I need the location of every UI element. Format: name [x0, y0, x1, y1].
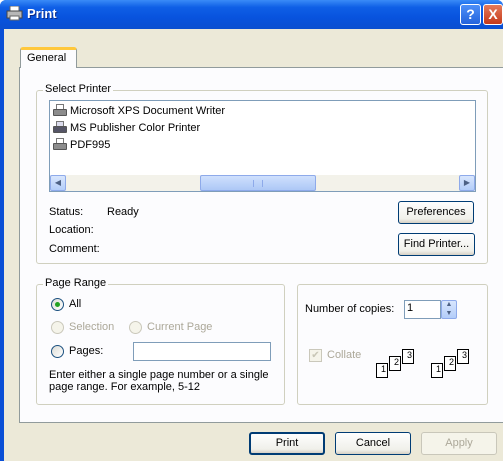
comment-label: Comment:: [49, 243, 100, 255]
collate-label: Collate: [327, 349, 362, 361]
copies-input[interactable]: 1: [404, 300, 441, 319]
apply-button[interactable]: Apply: [421, 432, 497, 455]
printer-icon: [52, 104, 68, 118]
scroll-left-button[interactable]: ◀: [50, 175, 66, 191]
preferences-button[interactable]: Preferences: [398, 201, 474, 224]
collate-checkbox[interactable]: ✔: [309, 349, 322, 362]
window-title: Print: [27, 6, 57, 21]
radio-selection-label: Selection: [69, 321, 115, 333]
status-value: Ready: [107, 206, 139, 218]
radio-pages[interactable]: [51, 345, 64, 358]
pages-input[interactable]: [133, 342, 271, 361]
scrollbar-thumb[interactable]: [200, 175, 316, 191]
collate-illustration-icon: 3 2 1: [431, 349, 471, 385]
print-button[interactable]: Print: [249, 432, 325, 455]
printer-item[interactable]: MS Publisher Color Printer: [52, 120, 200, 136]
collate-page: 1: [431, 363, 443, 378]
printer-name: MS Publisher Color Printer: [70, 122, 201, 134]
printer-icon: [52, 138, 68, 152]
find-printer-button[interactable]: Find Printer...: [398, 233, 475, 256]
radio-current-page[interactable]: [129, 321, 142, 334]
page-range-legend: Page Range: [43, 277, 109, 289]
radio-all-label: All: [69, 298, 82, 310]
copies-label: Number of copies:: [305, 303, 395, 315]
help-button[interactable]: ?: [460, 4, 481, 25]
cancel-button[interactable]: Cancel: [335, 432, 411, 455]
printer-item[interactable]: Microsoft XPS Document Writer: [52, 103, 225, 119]
tab-general[interactable]: General: [20, 47, 77, 68]
printer-item[interactable]: PDF995: [52, 137, 110, 153]
radio-pages-label: Pages:: [69, 345, 104, 357]
copies-spinner[interactable]: ▲ ▼: [441, 300, 457, 319]
print-dialog: Print ? X General Select Printer Microso…: [0, 0, 503, 461]
grip-icon: [253, 180, 263, 187]
spin-up-icon[interactable]: ▲: [442, 301, 456, 310]
collate-page: 2: [444, 356, 456, 371]
collate-page: 1: [376, 363, 388, 378]
scroll-right-button[interactable]: ▶: [459, 175, 475, 191]
location-label: Location:: [49, 224, 94, 236]
spin-down-icon[interactable]: ▼: [442, 310, 456, 319]
collate-page: 2: [389, 356, 401, 371]
printer-icon: [6, 6, 23, 21]
select-printer-legend: Select Printer: [43, 83, 114, 95]
radio-current-page-label: Current Page: [147, 321, 213, 333]
radio-all[interactable]: [51, 298, 64, 311]
network-printer-icon: [52, 121, 68, 135]
page-range-hint: Enter either a single page number or a s…: [49, 369, 269, 393]
title-bar[interactable]: Print ? X: [0, 0, 503, 29]
collate-page: 3: [457, 349, 469, 364]
printer-list[interactable]: Microsoft XPS Document Writer MS Publish…: [49, 100, 476, 192]
status-label: Status:: [49, 206, 84, 218]
close-button[interactable]: X: [483, 4, 503, 25]
printer-name: Microsoft XPS Document Writer: [70, 105, 226, 117]
horizontal-scrollbar[interactable]: ◀ ▶: [50, 175, 475, 191]
collate-illustration-icon: 3 2 1: [376, 349, 416, 385]
radio-selection[interactable]: [51, 321, 64, 334]
collate-page: 3: [402, 349, 414, 364]
printer-name: PDF995: [70, 139, 111, 151]
